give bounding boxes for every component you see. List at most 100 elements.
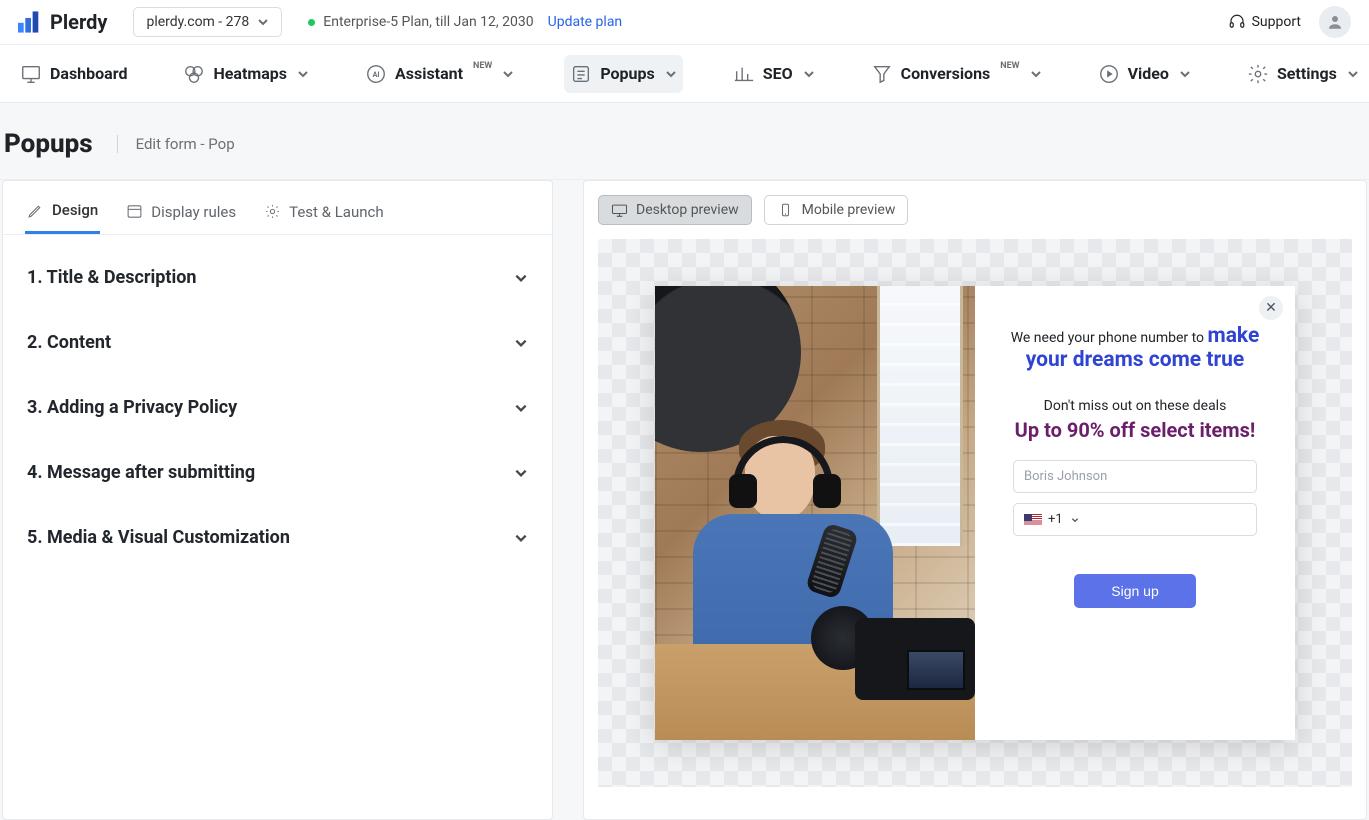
topbar: Plerdy plerdy.com - 278 Enterprise-5 Pla… [0,0,1369,45]
monitor-icon [20,63,42,85]
acc-label: 5. Media & Visual Customization [27,527,290,548]
page-header: Popups Edit form - Pop [0,103,1369,180]
chevron-down-icon [1179,68,1191,80]
tab-display-rules[interactable]: Display rules [124,193,238,234]
logo-text: Plerdy [50,10,107,34]
ai-icon: AI [365,63,387,85]
user-icon [1326,13,1344,31]
heatmap-icon [183,63,205,85]
new-badge: NEW [1000,61,1019,71]
design-panel: Design Display rules Test & Launch 1. Ti… [2,180,553,820]
popup-form: We need your phone number to make your d… [975,286,1295,740]
popup-preview: ✕ We need your phone number to make your… [655,286,1295,740]
tab-label: Display rules [151,203,236,221]
nav-label: Heatmaps [213,64,287,83]
accordion: 1. Title & Description 2. Content 3. Add… [3,235,552,580]
preview-toggle: Desktop preview Mobile preview [598,195,1352,225]
phone-input[interactable]: +1 [1013,503,1257,536]
preview-canvas: ✕ We need your phone number to make your… [598,239,1352,787]
funnel-icon [871,63,893,85]
chevron-down-icon [665,68,677,80]
user-avatar[interactable] [1319,6,1351,38]
site-selector[interactable]: plerdy.com - 278 [133,7,282,37]
nav-label: Settings [1277,64,1337,83]
window-icon [126,203,143,220]
close-icon: ✕ [1265,300,1277,316]
chevron-down-icon [1347,68,1359,80]
gear-icon [264,203,281,220]
tab-test-launch[interactable]: Test & Launch [262,193,386,234]
editor-tabs: Design Display rules Test & Launch [3,181,552,235]
seo-icon [733,63,755,85]
nav-settings[interactable]: Settings [1241,55,1365,93]
chevron-down-icon [514,466,528,480]
acc-media-visual[interactable]: 5. Media & Visual Customization [25,505,530,570]
breadcrumb: Edit form - Pop [117,135,235,153]
acc-label: 2. Content [27,332,111,353]
acc-content[interactable]: 2. Content [25,310,530,375]
name-placeholder: Boris Johnson [1024,469,1107,484]
chevron-down-icon [297,68,309,80]
nav-label: Video [1128,64,1169,83]
tab-design[interactable]: Design [25,193,100,234]
status-dot-icon [308,19,315,26]
nav-label: Dashboard [50,64,127,83]
headline-lead: We need your phone number to [1011,330,1208,346]
logo[interactable]: Plerdy [18,10,107,34]
support-label: Support [1252,14,1301,30]
support-link[interactable]: Support [1228,13,1301,31]
gear-icon [1247,63,1269,85]
update-plan-link[interactable]: Update plan [548,14,623,30]
acc-message-after-submit[interactable]: 4. Message after submitting [25,440,530,505]
nav-assistant[interactable]: AI Assistant NEW [359,55,520,93]
acc-label: 3. Adding a Privacy Policy [27,397,237,418]
new-badge: NEW [473,61,492,71]
btn-label: Mobile preview [802,202,896,218]
headline-accent: make [1208,324,1260,348]
site-selector-label: plerdy.com - 278 [146,14,249,30]
nav-label: Conversions [901,64,991,83]
desktop-preview-button[interactable]: Desktop preview [598,195,752,225]
plan-info: Enterprise-5 Plan, till Jan 12, 2030 Upd… [308,14,622,30]
chevron-down-icon [257,16,269,28]
main-nav: Dashboard Heatmaps AI Assistant NEW Popu… [0,45,1369,103]
chevron-down-icon [514,271,528,285]
plerdy-logo-icon [18,11,44,33]
tab-label: Test & Launch [289,203,384,221]
tab-label: Design [52,201,98,219]
nav-label: Assistant [395,64,463,83]
pencil-icon [27,202,44,219]
page-title: Popups [4,129,93,159]
nav-dashboard[interactable]: Dashboard [14,55,133,93]
plan-text: Enterprise-5 Plan, till Jan 12, 2030 [323,14,533,30]
nav-video[interactable]: Video [1092,55,1197,93]
popup-image [655,286,975,740]
chevron-down-icon [803,68,815,80]
acc-title-description[interactable]: 1. Title & Description [25,245,530,310]
phone-prefix: +1 [1048,512,1063,527]
chevron-down-icon [1030,68,1042,80]
nav-popups[interactable]: Popups [564,55,682,93]
video-icon [1098,63,1120,85]
signup-button[interactable]: Sign up [1074,574,1196,608]
nav-label: SEO [763,64,793,83]
chevron-down-icon [514,401,528,415]
nav-heatmaps[interactable]: Heatmaps [177,55,315,93]
acc-label: 4. Message after submitting [27,462,255,483]
popup-headline: We need your phone number to make your d… [1011,324,1260,372]
nav-label: Popups [600,64,654,83]
nav-conversions[interactable]: Conversions NEW [865,55,1048,93]
chevron-down-icon [514,531,528,545]
name-input[interactable]: Boris Johnson [1013,460,1257,493]
acc-privacy-policy[interactable]: 3. Adding a Privacy Policy [25,375,530,440]
popup-close-button[interactable]: ✕ [1259,296,1283,320]
btn-label: Desktop preview [636,202,739,218]
chevron-down-icon [1071,516,1079,524]
mobile-icon [777,203,794,217]
us-flag-icon [1024,514,1042,526]
mobile-preview-button[interactable]: Mobile preview [764,195,909,225]
nav-seo[interactable]: SEO [727,55,821,93]
acc-label: 1. Title & Description [27,267,196,288]
svg-text:AI: AI [372,69,379,78]
headset-icon [1228,13,1246,31]
